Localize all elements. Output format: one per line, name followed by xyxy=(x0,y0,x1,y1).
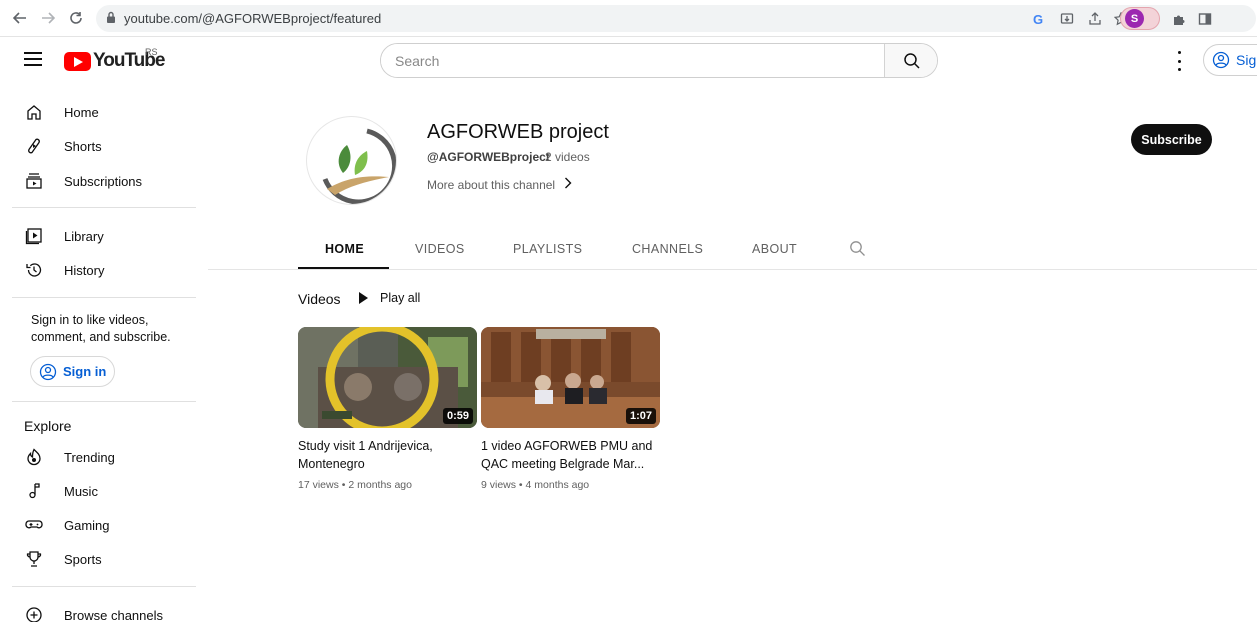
channel-name: AGFORWEB project xyxy=(427,121,609,143)
search-input[interactable] xyxy=(381,44,884,77)
sidebar-item-label: Home xyxy=(64,104,99,120)
install-app-icon[interactable] xyxy=(1058,10,1076,28)
address-bar[interactable]: youtube.com/@AGFORWEBproject/featured G xyxy=(96,5,1256,32)
sidebar-item-label: Library xyxy=(64,228,104,244)
forward-arrow-icon[interactable] xyxy=(38,8,58,28)
account-icon xyxy=(1212,51,1230,69)
back-arrow-icon[interactable] xyxy=(10,8,30,28)
browser-toolbar: youtube.com/@AGFORWEBproject/featured G … xyxy=(0,0,1257,37)
subscribe-button[interactable]: Subscribe xyxy=(1131,124,1212,155)
search-button[interactable] xyxy=(884,44,937,77)
sidebar-item-label: Browse channels xyxy=(64,607,163,622)
menu-icon[interactable] xyxy=(24,52,42,66)
lock-icon xyxy=(106,11,116,29)
channel-handle: @AGFORWEBproject xyxy=(427,150,550,164)
tab-videos[interactable]: VIDEOS xyxy=(415,242,465,256)
svg-text:G: G xyxy=(1033,12,1043,26)
play-all-button[interactable]: Play all xyxy=(359,291,420,305)
channel-video-count: 2 videos xyxy=(545,150,590,164)
play-icon xyxy=(359,292,368,304)
tab-channels[interactable]: CHANNELS xyxy=(632,242,703,256)
sidebar-item-label: Music xyxy=(64,483,98,499)
account-icon xyxy=(39,363,57,380)
sidebar-item-label: Subscriptions xyxy=(64,173,143,189)
sidebar-item-browse-channels[interactable]: Browse channels xyxy=(0,598,200,622)
sign-in-note: Sign in to like videos, comment, and sub… xyxy=(31,313,171,344)
chevron-right-icon xyxy=(564,177,572,192)
tab-home[interactable]: HOME xyxy=(325,242,364,256)
google-icon[interactable]: G xyxy=(1030,10,1048,28)
trending-icon xyxy=(24,447,44,467)
sidebar-item-subscriptions[interactable]: Subscriptions xyxy=(0,164,200,198)
video-meta: 9 views • 4 months ago xyxy=(481,479,590,491)
channel-search-icon[interactable] xyxy=(849,240,866,262)
video-title[interactable]: 1 video AGFORWEB PMU and QAC meeting Bel… xyxy=(481,437,661,473)
sidebar-item-music[interactable]: Music xyxy=(0,474,200,508)
video-thumbnail[interactable]: 1:07 xyxy=(481,327,660,428)
sign-in-label: Sign in xyxy=(63,364,107,379)
sidebar-item-label: Gaming xyxy=(64,517,110,533)
video-thumbnail[interactable]: 0:59 xyxy=(298,327,477,428)
sidebar-item-library[interactable]: Library xyxy=(0,219,200,253)
profile-avatar[interactable]: S xyxy=(1125,9,1144,28)
sidebar-item-label: History xyxy=(64,262,105,278)
play-all-label: Play all xyxy=(380,291,421,305)
sidebar-divider xyxy=(12,586,196,587)
library-icon xyxy=(24,226,44,246)
music-icon xyxy=(24,481,44,501)
more-options-icon[interactable] xyxy=(1173,51,1185,71)
region-code: RS xyxy=(145,47,158,57)
youtube-play-icon xyxy=(64,51,91,71)
shelf-title: Videos xyxy=(298,291,341,307)
sidebar-item-trending[interactable]: Trending xyxy=(0,440,200,474)
channel-avatar[interactable] xyxy=(306,116,397,205)
sidebar-divider xyxy=(12,401,196,402)
sidebar-divider xyxy=(12,297,196,298)
sidebar-divider xyxy=(12,207,196,208)
sidebar-item-label: Shorts xyxy=(64,138,102,154)
search-icon xyxy=(903,52,920,69)
shorts-icon xyxy=(24,136,44,156)
add-circle-icon xyxy=(24,605,44,622)
extensions-puzzle-icon[interactable] xyxy=(1170,10,1188,28)
sidebar-item-label: Trending xyxy=(64,449,115,465)
trophy-icon xyxy=(24,549,44,569)
sign-in-button-sidebar[interactable]: Sign in xyxy=(30,356,115,387)
home-icon xyxy=(24,102,44,122)
video-title[interactable]: Study visit 1 Andrijevica, Montenegro xyxy=(298,437,478,473)
sidebar-item-label: Sports xyxy=(64,551,102,567)
video-meta: 17 views • 2 months ago xyxy=(298,479,412,491)
more-about-channel-link[interactable]: More about this channel xyxy=(427,177,572,192)
share-icon[interactable] xyxy=(1086,10,1104,28)
sidebar-item-shorts[interactable]: Shorts xyxy=(0,129,200,163)
sign-in-label: Sig xyxy=(1236,52,1257,68)
reload-icon[interactable] xyxy=(66,8,86,28)
gaming-icon xyxy=(24,515,44,535)
more-about-label: More about this channel xyxy=(427,177,556,192)
explore-heading: Explore xyxy=(24,418,72,434)
tab-playlists[interactable]: PLAYLISTS xyxy=(513,242,582,256)
channel-tabs: HOME VIDEOS PLAYLISTS CHANNELS ABOUT xyxy=(208,231,1257,270)
sign-in-button-top[interactable]: Sig xyxy=(1203,44,1257,76)
url-text: youtube.com/@AGFORWEBproject/featured xyxy=(124,11,382,26)
search-box xyxy=(380,43,938,78)
sidebar-item-sports[interactable]: Sports xyxy=(0,542,200,576)
masthead: YouTube RS Sig xyxy=(0,37,1257,83)
sidebar-item-history[interactable]: History xyxy=(0,253,200,287)
sidebar: Home Shorts Subscriptions Library Histor… xyxy=(0,83,208,622)
history-icon xyxy=(24,260,44,280)
tab-about[interactable]: ABOUT xyxy=(752,242,797,256)
sidebar-item-gaming[interactable]: Gaming xyxy=(0,508,200,542)
side-panel-icon[interactable] xyxy=(1196,10,1214,28)
subscriptions-icon xyxy=(24,171,44,191)
video-duration: 0:59 xyxy=(442,408,473,424)
active-tab-indicator xyxy=(298,267,389,269)
sidebar-item-home[interactable]: Home xyxy=(0,95,200,129)
video-duration: 1:07 xyxy=(625,408,656,424)
